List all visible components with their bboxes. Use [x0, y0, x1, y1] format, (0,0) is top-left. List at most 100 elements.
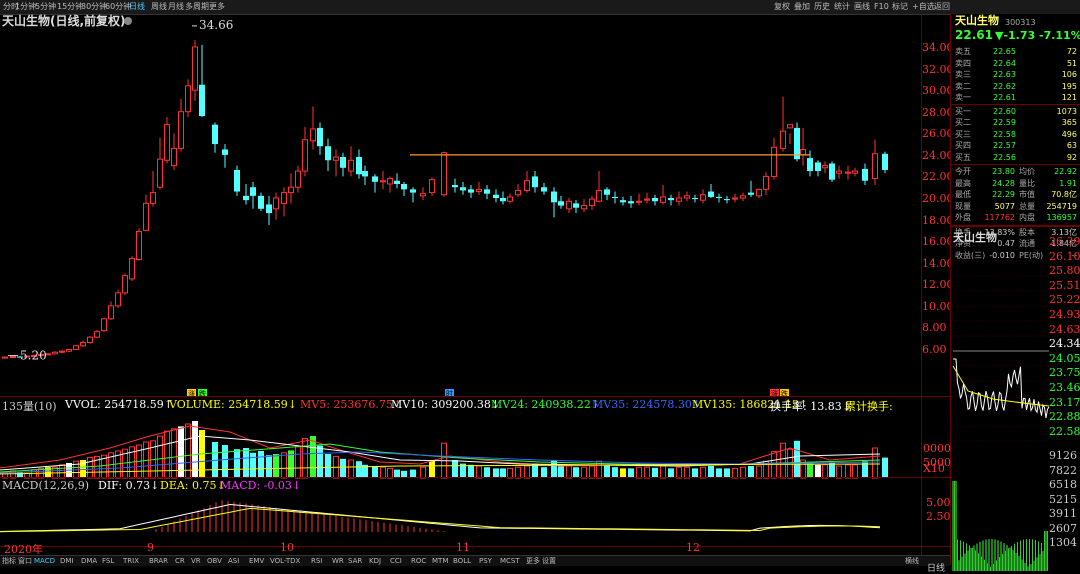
candle-body	[288, 186, 294, 194]
candle	[716, 193, 722, 203]
toolbar-button-7[interactable]: 周线	[150, 1, 168, 13]
candle-body	[566, 200, 572, 210]
mini-axis-label: 25.51	[1049, 278, 1080, 292]
ask-label: 卖一	[955, 93, 971, 102]
mini-volume-axis-label: 1304	[1049, 536, 1077, 549]
mini-axis-label: 24.63	[1049, 322, 1080, 336]
candle	[660, 185, 666, 205]
ask-volume: 106	[1061, 70, 1077, 79]
volume-bar	[234, 449, 240, 478]
candle	[668, 194, 674, 206]
candle-body	[101, 318, 107, 332]
price-tick-label: 24.00	[922, 148, 954, 162]
toolbar-button-9[interactable]: 多周期	[184, 1, 210, 13]
mini-volume-axis-label: 2607	[1049, 521, 1077, 535]
candle	[493, 189, 499, 203]
candle	[136, 228, 142, 261]
ask-label: 卖二	[955, 81, 971, 91]
candle-body	[636, 200, 642, 203]
ask-volume: 121	[1061, 93, 1077, 102]
stat-value: 23.80	[992, 167, 1015, 176]
volume-bar	[882, 457, 888, 478]
macd-dea-line	[0, 507, 881, 533]
min-price-label: 5.20	[20, 349, 47, 363]
toolbar-right-button-3[interactable]: 统计	[833, 1, 851, 13]
candle-body	[452, 185, 458, 188]
stat-row: 最低 22.29 市值 70.8亿	[953, 189, 1079, 200]
candle-body	[628, 201, 634, 204]
bottom-right-tab[interactable]: 日线	[927, 561, 945, 574]
stat-row: 今开 23.80 均价 22.92	[953, 166, 1079, 177]
ask-row: 卖二 22.62 195	[953, 81, 1079, 92]
volume-bar	[157, 435, 163, 479]
candle-body	[394, 180, 400, 184]
toolbar-right-button-2[interactable]: 历史	[813, 1, 831, 13]
candle-body	[73, 345, 79, 351]
candle	[372, 174, 378, 193]
mini-axis-label: 25.22	[1049, 293, 1080, 307]
candle-body	[164, 124, 170, 161]
max-price-label: 34.66	[199, 18, 233, 32]
toolbar-button-8[interactable]: 月线	[167, 1, 185, 13]
candle-body	[724, 199, 730, 201]
stat-label: 最低	[955, 190, 971, 199]
toolbar-right-button-0[interactable]: 复权	[773, 1, 791, 13]
mini-axis-label: 24.05	[1049, 351, 1080, 365]
stat-label: 均价	[1019, 167, 1035, 176]
candle	[222, 144, 228, 168]
toolbar-right-button-6[interactable]: 标记	[891, 1, 909, 13]
candle-body	[199, 84, 205, 117]
stat-label: 市值	[1019, 190, 1035, 199]
toolbar-button-6[interactable]: 日线	[128, 1, 146, 13]
intraday-price-line	[953, 358, 1050, 419]
toolbar-button-2[interactable]: 5分钟	[34, 1, 57, 13]
mini-price-chart	[952, 260, 1050, 571]
candle	[401, 181, 407, 196]
candle-body	[52, 351, 58, 355]
candle	[356, 149, 362, 179]
candle	[644, 192, 650, 204]
price-tick-label: 10.00	[922, 299, 954, 313]
toolbar-right-button-5[interactable]: F10	[873, 1, 890, 13]
candle	[348, 146, 354, 177]
candle	[199, 44, 205, 118]
toolbar-right-button-8[interactable]: 返回	[933, 1, 951, 13]
volume-bar	[829, 462, 835, 478]
ask-price: 22.64	[993, 58, 1016, 68]
candle-body	[387, 178, 393, 185]
volume-bar	[356, 461, 362, 478]
toolbar-right-button-1[interactable]: 叠加	[793, 1, 811, 13]
price-change: ▼-1.73	[995, 29, 1036, 42]
mini-axis-label: 24.93	[1049, 308, 1080, 321]
stat-label: 内盘	[1019, 213, 1035, 222]
bid-row: 买一 22.60 1073	[953, 106, 1079, 117]
candle	[829, 161, 835, 182]
candle	[763, 172, 769, 195]
candle-body	[589, 198, 595, 207]
candle	[340, 152, 346, 177]
candle-body	[129, 257, 135, 280]
candle	[596, 171, 602, 203]
candle-body	[484, 189, 490, 194]
candle	[243, 183, 249, 205]
date-label: 9	[147, 541, 154, 554]
toolbar-button-10[interactable]: 更多	[208, 1, 226, 13]
volume-bar	[258, 451, 264, 478]
candle	[652, 194, 658, 206]
mini-axis-label: 23.17	[1049, 395, 1080, 409]
kline-chart[interactable]: 34.665.20涨跌时涨跌	[0, 14, 950, 555]
volume-axis-label: X10	[923, 462, 945, 475]
toolbar-right-button-4[interactable]: 画线	[853, 1, 871, 13]
candle	[317, 122, 323, 155]
candle-body	[356, 157, 362, 175]
candle	[724, 195, 730, 204]
bid-label: 买二	[955, 118, 971, 127]
candle-body	[500, 198, 506, 202]
ask-row: 卖四 22.64 51	[953, 58, 1079, 69]
candle-body	[401, 183, 407, 190]
toolbar-right-button-7[interactable]: +自选	[911, 1, 936, 13]
ask-volume: 72	[1066, 47, 1077, 56]
candle	[234, 165, 240, 196]
candle-body	[732, 197, 738, 200]
intraday-chart[interactable]: 天山生物 26.39 26.10 25.80 25.51 25.22 24.93 24.63 2…	[927, 226, 1080, 574]
